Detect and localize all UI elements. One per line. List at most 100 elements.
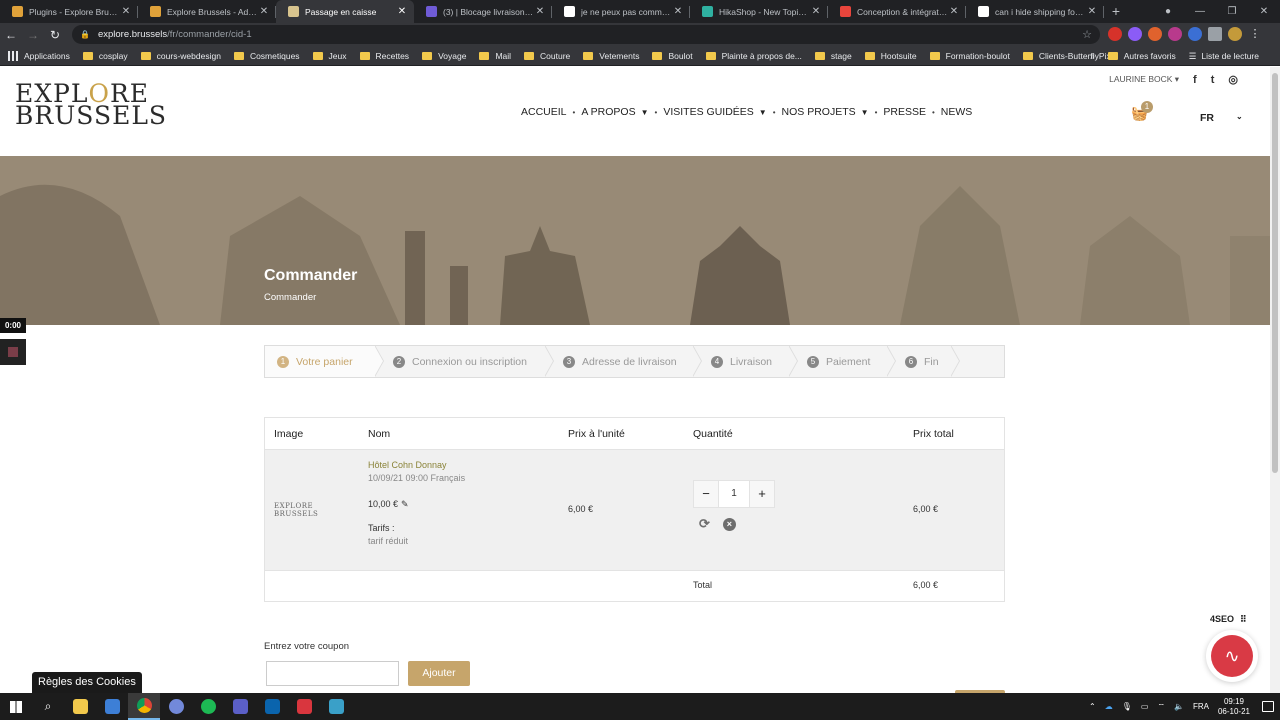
extension-icon[interactable] bbox=[1128, 27, 1142, 41]
bookmark-item[interactable]: Hootsuite bbox=[864, 51, 917, 61]
close-tab-icon[interactable]: ✕ bbox=[396, 6, 408, 17]
nav-item[interactable]: PRESSE bbox=[883, 106, 926, 118]
bookmark-item[interactable]: Voyage bbox=[422, 51, 466, 61]
facebook-icon[interactable]: f bbox=[1193, 74, 1197, 86]
nav-item[interactable]: NOS PROJETS ▼ bbox=[782, 106, 869, 118]
browser-tab[interactable]: je ne peux pas commander ✕ bbox=[552, 0, 690, 23]
close-tab-icon[interactable]: ✕ bbox=[1086, 6, 1098, 17]
bookmark-item[interactable]: Plainte à propos de... bbox=[705, 51, 802, 61]
bookmark-item[interactable]: cours-webdesign bbox=[140, 51, 221, 61]
discord-icon[interactable] bbox=[160, 693, 192, 720]
coupon-input[interactable] bbox=[266, 661, 399, 686]
browser-tab[interactable]: HikaShop - New Topic - HikaShop ✕ bbox=[690, 0, 828, 23]
bookmark-apps[interactable]: Applications bbox=[8, 50, 70, 61]
notifications-icon[interactable] bbox=[1262, 701, 1274, 712]
twitter-icon[interactable]: t bbox=[1211, 74, 1215, 86]
bookmark-item[interactable]: stage bbox=[814, 51, 852, 61]
bookmark-item[interactable]: cosplay bbox=[82, 51, 128, 61]
site-logo[interactable]: EXPLORE BRUSSELS bbox=[15, 81, 167, 128]
close-tab-icon[interactable]: ✕ bbox=[258, 6, 270, 17]
reload-icon[interactable]: ↻ bbox=[44, 28, 66, 42]
minimize-icon[interactable]: — bbox=[1184, 6, 1216, 17]
volume-icon[interactable]: 🔈 bbox=[1174, 702, 1184, 711]
nav-item[interactable]: A PROPOS ▼ bbox=[581, 106, 648, 118]
file-explorer-icon[interactable] bbox=[64, 693, 96, 720]
bookmark-star-icon[interactable]: ☆ bbox=[1082, 28, 1092, 41]
battery-icon[interactable]: ▭ bbox=[1141, 702, 1149, 711]
browser-tab[interactable]: (3) | Blocage livraison - Explore ✕ bbox=[414, 0, 552, 23]
restore-icon[interactable]: ❐ bbox=[1216, 6, 1248, 17]
bookmark-item[interactable]: Couture bbox=[524, 51, 570, 61]
decrease-quantity-button[interactable]: − bbox=[693, 480, 719, 508]
microphone-icon[interactable]: 🎙 bbox=[1122, 702, 1132, 711]
grid-dots-icon[interactable]: ⠿ bbox=[1240, 614, 1247, 625]
close-tab-icon[interactable]: ✕ bbox=[810, 6, 822, 17]
back-icon[interactable]: ← bbox=[0, 28, 22, 42]
profile-dot-icon[interactable]: ● bbox=[1152, 6, 1184, 17]
browser-tab[interactable]: Explore Brussels - Administration ✕ bbox=[138, 0, 276, 23]
reading-list[interactable]: ☰ Liste de lecture bbox=[1189, 51, 1259, 62]
product-name-link[interactable]: Hôtel Cohn Donnay bbox=[368, 460, 447, 470]
instagram-icon[interactable]: ◎ bbox=[1228, 73, 1238, 86]
edit-pencil-icon[interactable]: ✎ bbox=[401, 499, 409, 509]
windows-start-icon[interactable] bbox=[0, 693, 32, 720]
browser-tab[interactable]: Passage en caisse ✕ bbox=[276, 0, 414, 23]
seo-widget-button[interactable]: ∿ bbox=[1206, 630, 1258, 682]
quantity-input[interactable]: 1 bbox=[719, 480, 749, 508]
extension-icon[interactable] bbox=[1148, 27, 1162, 41]
extension-icon[interactable] bbox=[1188, 27, 1202, 41]
nav-item[interactable]: NEWS bbox=[941, 106, 973, 118]
bookmark-item[interactable]: Vetements bbox=[583, 51, 639, 61]
menu-kebab-icon[interactable]: ⋮ bbox=[1248, 27, 1262, 41]
profile-avatar[interactable] bbox=[1228, 27, 1242, 41]
app-blue-icon[interactable] bbox=[320, 693, 352, 720]
search-icon[interactable]: ⌕ bbox=[32, 693, 64, 720]
spotify-icon[interactable] bbox=[192, 693, 224, 720]
app-red-icon[interactable] bbox=[288, 693, 320, 720]
mail-app-icon[interactable] bbox=[96, 693, 128, 720]
extension-icon[interactable] bbox=[1168, 27, 1182, 41]
nav-item[interactable]: VISITES GUIDÉES ▼ bbox=[663, 106, 766, 118]
cart-button[interactable]: 🧺 1 bbox=[1131, 101, 1153, 122]
close-tab-icon[interactable]: ✕ bbox=[120, 6, 132, 17]
stop-recording-button[interactable] bbox=[0, 339, 26, 365]
bookmark-item[interactable]: Boulot bbox=[652, 51, 693, 61]
refresh-icon[interactable]: ⟳ bbox=[699, 516, 710, 532]
bookmark-item[interactable]: Jeux bbox=[312, 51, 347, 61]
forward-icon[interactable]: → bbox=[22, 28, 44, 42]
remove-item-icon[interactable]: × bbox=[722, 517, 736, 531]
tray-chevron-icon[interactable]: ⌃ bbox=[1089, 702, 1096, 711]
close-tab-icon[interactable]: ✕ bbox=[948, 6, 960, 17]
bookmark-item[interactable]: Recettes bbox=[359, 51, 409, 61]
bookmark-item[interactable]: Mail bbox=[479, 51, 511, 61]
other-bookmarks[interactable]: Autres favoris bbox=[1107, 51, 1176, 61]
teams-icon[interactable] bbox=[224, 693, 256, 720]
keyboard-language[interactable]: FRA bbox=[1193, 702, 1209, 711]
scrollbar-thumb[interactable] bbox=[1272, 73, 1278, 473]
onedrive-icon[interactable]: ☁ bbox=[1105, 702, 1113, 711]
close-window-icon[interactable]: ✕ bbox=[1248, 6, 1280, 17]
browser-tab[interactable]: can i hide shipping for category ✕ bbox=[966, 0, 1104, 23]
nav-item[interactable]: ACCUEIL bbox=[521, 106, 567, 118]
increase-quantity-button[interactable]: + bbox=[749, 480, 775, 508]
browser-tab[interactable]: Conception & intégration ✕ bbox=[828, 0, 966, 23]
product-image[interactable]: EXPLORE BRUSSELS bbox=[274, 502, 318, 518]
clock[interactable]: 09:19 06-10-21 bbox=[1218, 697, 1250, 717]
add-coupon-button[interactable]: Ajouter bbox=[408, 661, 470, 686]
close-tab-icon[interactable]: ✕ bbox=[672, 6, 684, 17]
bookmark-item[interactable]: Cosmetiques bbox=[233, 51, 300, 61]
cookie-rules-button[interactable]: Règles des Cookies bbox=[32, 672, 142, 693]
close-tab-icon[interactable]: ✕ bbox=[534, 6, 546, 17]
bookmark-item[interactable]: Formation-boulot bbox=[929, 51, 1010, 61]
outlook-icon[interactable] bbox=[256, 693, 288, 720]
language-selector[interactable]: FR ⌄ bbox=[1200, 112, 1243, 124]
extension-icon[interactable] bbox=[1108, 27, 1122, 41]
bookmarks-overflow[interactable]: » bbox=[1090, 51, 1095, 61]
new-tab-button[interactable]: + bbox=[1104, 0, 1128, 23]
extensions-puzzle-icon[interactable] bbox=[1208, 27, 1222, 41]
address-bar[interactable]: 🔒 explore.brussels /fr/commander/cid-1 ☆ bbox=[72, 25, 1100, 44]
user-menu[interactable]: LAURINE BOCK ▾ bbox=[1109, 74, 1179, 85]
network-icon[interactable]: ⌔ bbox=[1157, 702, 1165, 712]
browser-tab[interactable]: Plugins - Explore Brussels ✕ bbox=[0, 0, 138, 23]
page-scrollbar[interactable] bbox=[1270, 67, 1280, 693]
